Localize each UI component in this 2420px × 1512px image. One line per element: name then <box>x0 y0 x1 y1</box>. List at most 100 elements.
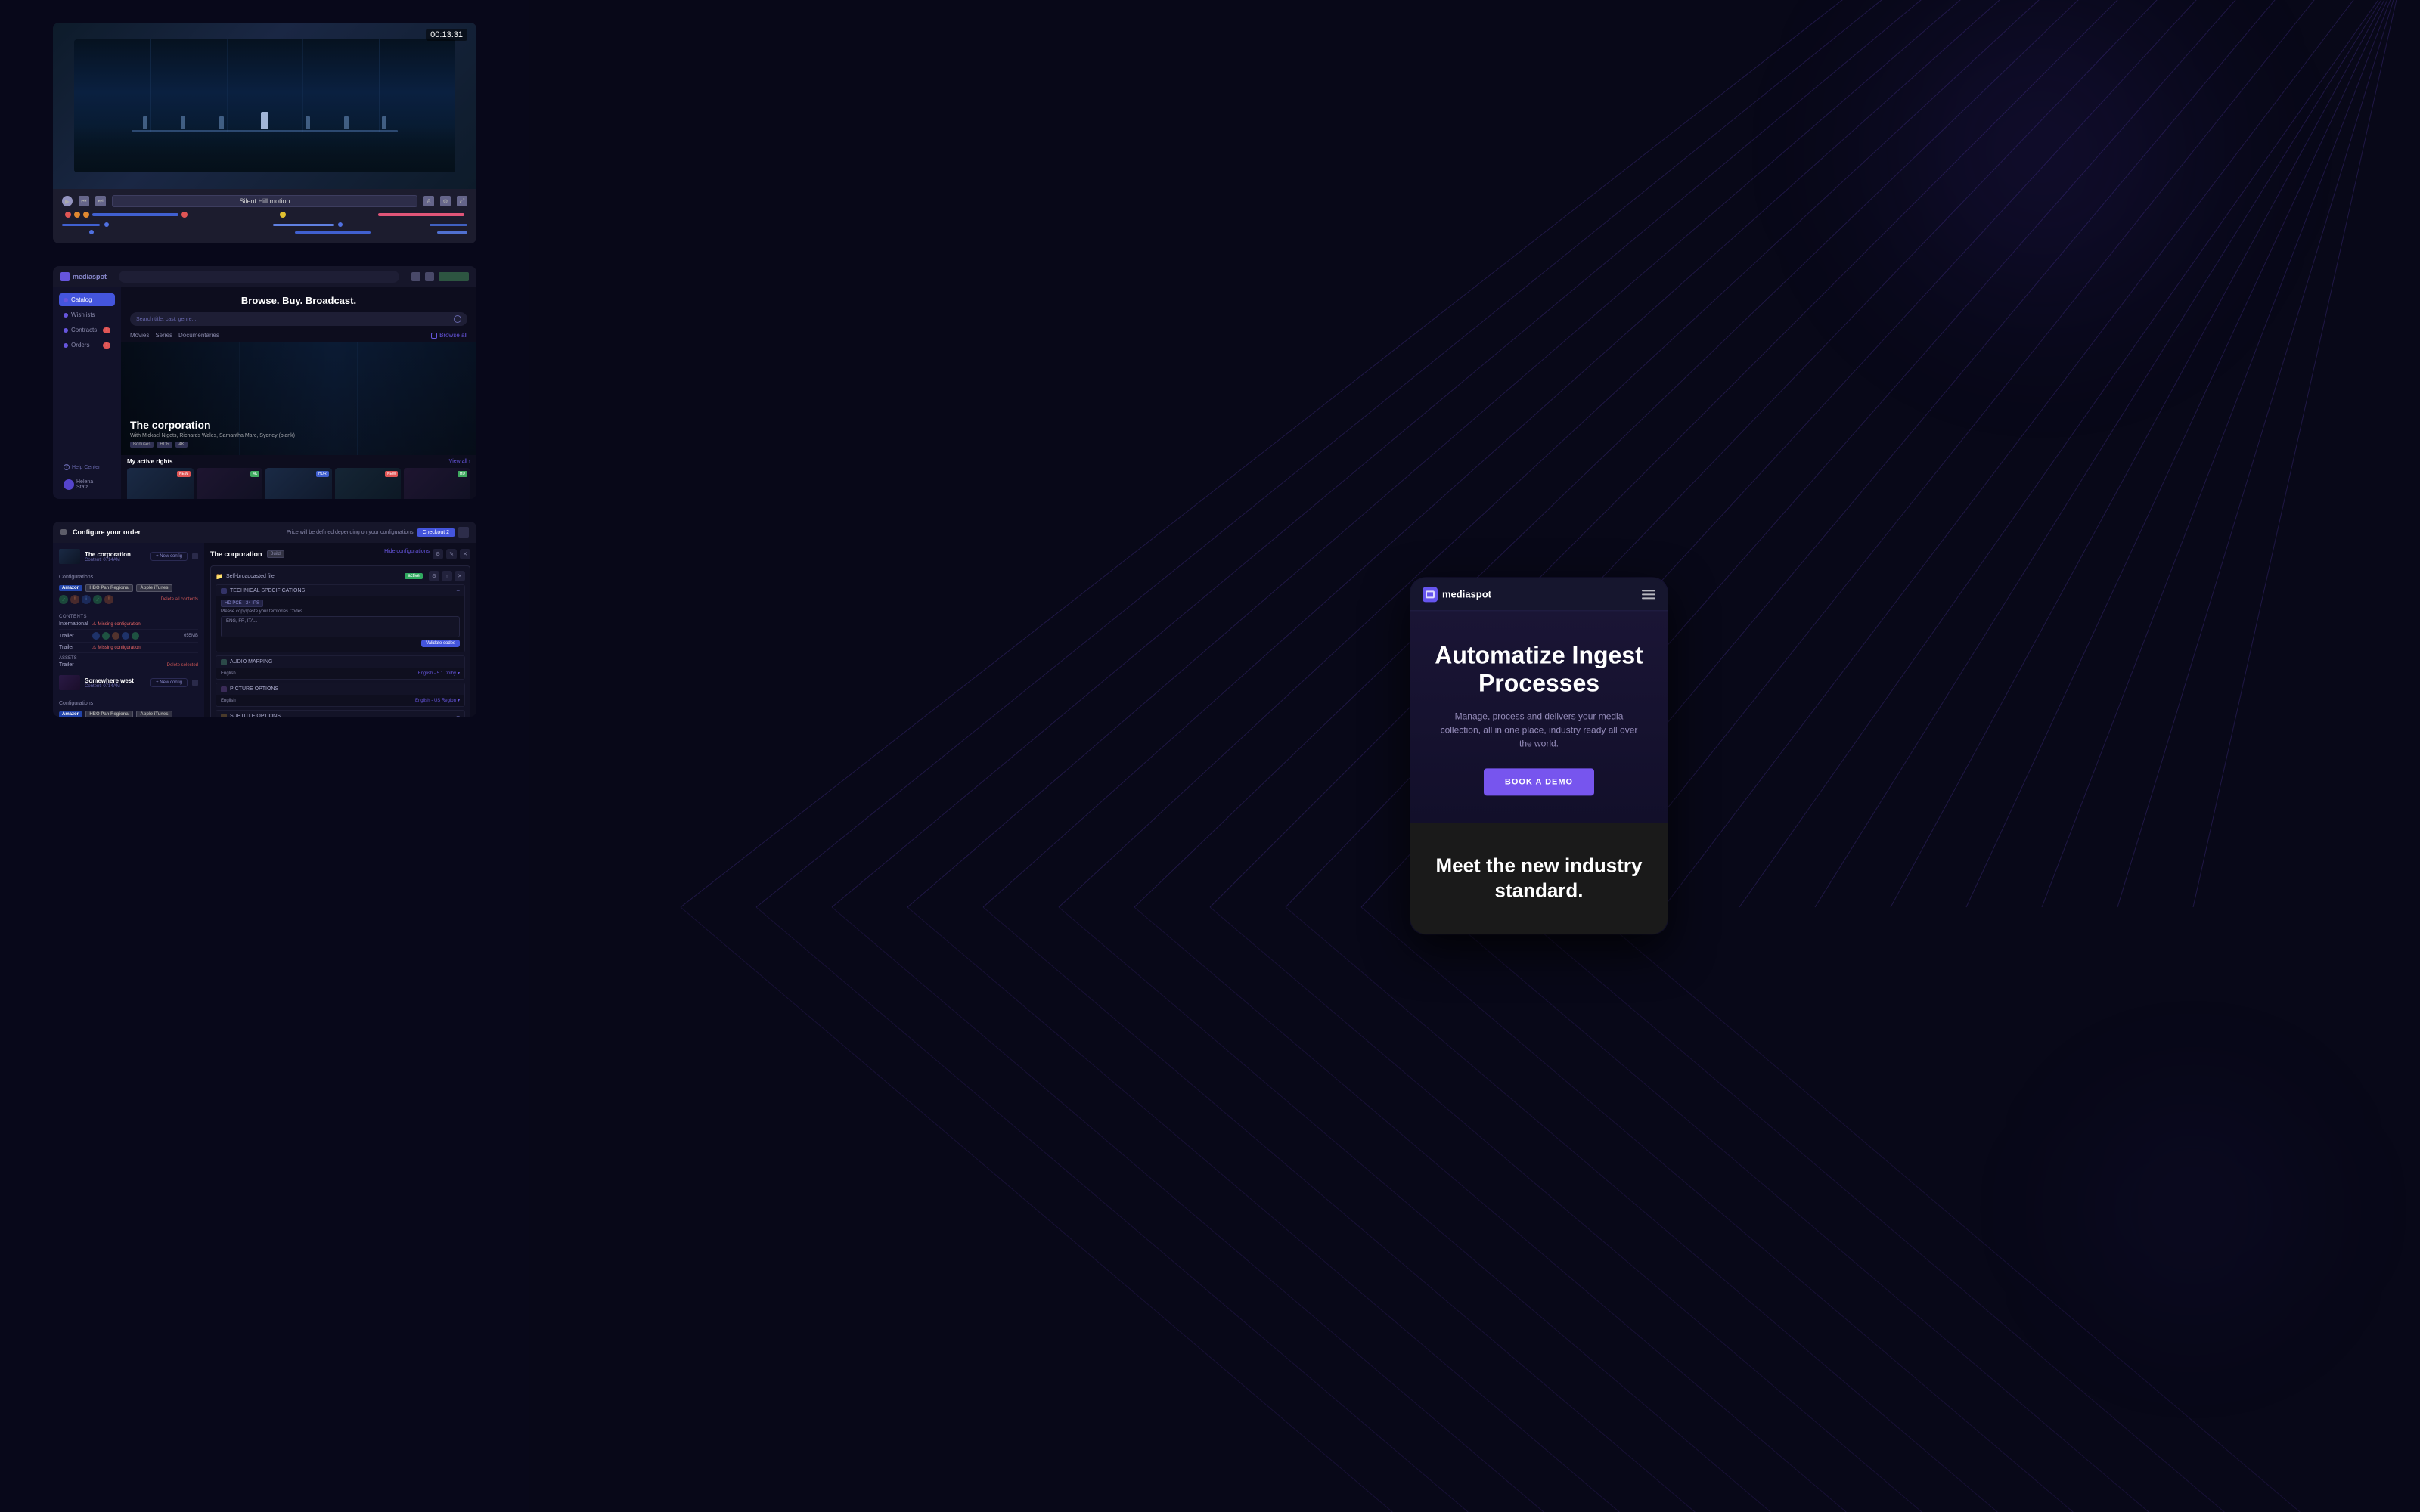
order-settings-icon[interactable] <box>458 527 469 538</box>
broadcast-ctrl-1[interactable]: ⚙ <box>429 571 439 581</box>
sidebar-dot-contracts <box>64 328 68 333</box>
tag-apple-2[interactable]: Apple iTunes <box>136 711 172 717</box>
hamburger-menu-icon[interactable] <box>1642 590 1655 599</box>
status-icon-1: ✓ <box>59 595 68 604</box>
tag-apple[interactable]: Apple iTunes <box>136 584 172 592</box>
phone-logo-icon <box>1423 587 1438 602</box>
header-action-icons[interactable] <box>411 272 469 281</box>
sidebar-contracts-item[interactable]: Contracts ! <box>59 324 115 336</box>
picture-toggle[interactable]: + <box>456 686 460 692</box>
collapse-icon-2[interactable] <box>192 680 198 686</box>
close-ctrl[interactable]: ✕ <box>460 549 470 559</box>
thumb-4[interactable]: NEW <box>335 468 402 499</box>
bg-glow-top <box>1815 0 2269 378</box>
thumb-5[interactable]: HD <box>404 468 470 499</box>
playback-controls[interactable]: ▶ ⏮ ⏭ <box>62 196 106 206</box>
catalog-body: Catalog Wishlists Contracts ! Orders ! <box>53 287 476 499</box>
collapse-icon-1[interactable] <box>192 553 198 559</box>
tech-specs-header[interactable]: TECHNICAL SPECIFICATIONS − <box>216 585 464 596</box>
tl-segment-b <box>273 224 334 226</box>
add-config-button-1[interactable]: + New config <box>150 552 188 561</box>
tech-specs-toggle[interactable]: − <box>456 587 460 594</box>
content-type-intl: International <box>59 621 89 627</box>
checkout-button[interactable]: Checkout 2 <box>417 528 455 537</box>
movie-thumb-corporation <box>59 549 80 564</box>
video-scene <box>74 39 455 172</box>
settings-ctrl[interactable]: ⚙ <box>433 549 443 559</box>
audio-toggle[interactable]: + <box>456 658 460 665</box>
extra-controls[interactable]: A ⚙ ⤢ <box>424 196 467 206</box>
picture-value: English - US Region <box>415 699 456 703</box>
delete-contents-link[interactable]: Delete all contents <box>161 597 198 602</box>
picture-options-header[interactable]: PICTURE OPTIONS + <box>216 683 464 695</box>
tag-hbo-2[interactable]: HBO Pan Regional <box>85 711 133 717</box>
timeline-segment-1[interactable] <box>92 213 178 216</box>
validate-codes-button[interactable]: Validate codes <box>421 640 460 647</box>
search-icon[interactable] <box>454 315 461 323</box>
tag-amazon[interactable]: Amazon <box>59 585 82 591</box>
phone-logo: mediaspot <box>1423 587 1491 602</box>
book-demo-button[interactable]: BOOK A DEMO <box>1484 768 1594 795</box>
broadcast-ctrl-3[interactable]: ✕ <box>455 571 465 581</box>
nav-browse-all[interactable]: Browse all <box>431 332 467 339</box>
catalog-search-bar[interactable] <box>119 271 399 283</box>
tag-hbo[interactable]: HBO Pan Regional <box>85 584 133 592</box>
sidebar-wishlists-item[interactable]: Wishlists <box>59 308 115 321</box>
audio-value-dropdown[interactable]: English - 5.1 Dolby ▾ <box>418 671 460 676</box>
thumb-1[interactable]: NEW <box>127 468 194 499</box>
broadcast-ctrl-2[interactable]: ↑ <box>442 571 452 581</box>
validate-btn-wrapper: Validate codes <box>221 640 460 647</box>
right-panel: mediaspot Automatize Ingest Processes Ma… <box>529 0 2420 1512</box>
tag-amazon-2[interactable]: Amazon <box>59 711 82 717</box>
active-rights-header: My active rights View all › <box>121 455 476 468</box>
phone-logo-icon-inner <box>1426 590 1435 598</box>
catalog-search-input-bar[interactable]: Search title, cast, genre... <box>130 312 467 326</box>
broadcast-section: 📁 Self-broadcasted file active ⚙ ↑ ✕ <box>210 565 470 717</box>
hide-configs-link[interactable]: Hide configurations <box>384 549 430 559</box>
phone-hero-title: Automatize Ingest Processes <box>1429 641 1649 697</box>
settings-icon[interactable]: ⚙ <box>440 196 451 206</box>
user-avatar-item[interactable]: Helena Stata <box>59 476 115 493</box>
sidebar-orders-item[interactable]: Orders ! <box>59 339 115 352</box>
spec-tag-hd: HD PCE - 24 IPS <box>221 600 263 607</box>
catalog-main-area: Browse. Buy. Broadcast. Search title, ca… <box>121 287 476 499</box>
close-button[interactable] <box>60 529 67 535</box>
translate-icon[interactable]: A <box>424 196 434 206</box>
nav-series[interactable]: Series <box>155 332 172 339</box>
picture-chevron-icon: ▾ <box>458 698 460 703</box>
territory-codes-input[interactable]: ENG, FR, ITA... <box>221 616 460 637</box>
help-center-item[interactable]: ? Help Center <box>59 461 115 473</box>
asset-row-trailer: Trailer Delete selected <box>59 661 198 669</box>
movie-name-somewhere: Somewhere west <box>85 677 146 684</box>
subtitle-toggle[interactable]: + <box>456 713 460 717</box>
nav-movies[interactable]: Movies <box>130 332 149 339</box>
refresh-icon[interactable] <box>425 272 434 281</box>
hero-movie-cast: With Mickael Nigets, Richards Wales, Sam… <box>130 433 295 438</box>
thumb-2[interactable]: 4K <box>197 468 263 499</box>
thumb-badge-2: 4K <box>250 471 259 477</box>
compare-icon[interactable] <box>411 272 420 281</box>
audio-mapping-header[interactable]: AUDIO MAPPING + <box>216 656 464 668</box>
broadcast-controls[interactable]: ⚙ ↑ ✕ <box>429 571 465 581</box>
edit-ctrl[interactable]: ✎ <box>446 549 457 559</box>
subtitle-options-header[interactable]: SUBTITLE OPTIONS + <box>216 711 464 717</box>
picture-value-dropdown[interactable]: English - US Region ▾ <box>415 698 460 703</box>
forward-button[interactable]: ⏭ <box>95 196 106 206</box>
movie-item-somewhere: Somewhere west Content: 0714AM + New con… <box>59 675 198 690</box>
delete-selected-link[interactable]: Delete selected <box>167 663 198 668</box>
thumb-3[interactable]: HDR <box>265 468 332 499</box>
catalog-logo: mediaspot <box>60 272 107 281</box>
nav-documentaries[interactable]: Documentaries <box>178 332 219 339</box>
active-rights-label: My active rights <box>127 458 172 465</box>
order-btn[interactable] <box>439 272 469 281</box>
play-button[interactable]: ▶ <box>62 196 73 206</box>
expand-icon[interactable]: ⤢ <box>457 196 467 206</box>
view-all-link[interactable]: View all › <box>449 459 470 464</box>
subtitle-options-title: SUBTITLE OPTIONS <box>230 714 456 717</box>
sidebar-catalog-item[interactable]: Catalog <box>59 293 115 306</box>
rewind-button[interactable]: ⏮ <box>79 196 89 206</box>
add-config-button-2[interactable]: + New config <box>150 678 188 687</box>
timeline-segment-2[interactable] <box>378 213 464 216</box>
menu-line-3 <box>1642 597 1655 599</box>
right-panel-controls[interactable]: Hide configurations ⚙ ✎ ✕ <box>384 549 470 559</box>
